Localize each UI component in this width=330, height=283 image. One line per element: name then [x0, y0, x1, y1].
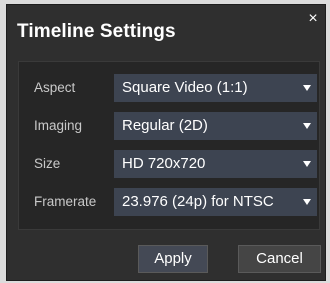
aspect-value: Square Video (1:1): [122, 79, 248, 96]
framerate-select[interactable]: 23.976 (24p) for NTSC: [114, 188, 317, 216]
imaging-value: Regular (2D): [122, 117, 208, 134]
settings-group: Aspect Square Video (1:1) Imaging Regula…: [18, 61, 320, 230]
apply-button[interactable]: Apply: [138, 245, 208, 273]
chevron-down-icon: [303, 161, 311, 167]
size-select[interactable]: HD 720x720: [114, 150, 317, 178]
imaging-select[interactable]: Regular (2D): [114, 112, 317, 140]
framerate-value: 23.976 (24p) for NTSC: [122, 193, 274, 210]
chevron-down-icon: [303, 85, 311, 91]
chevron-down-icon: [303, 199, 311, 205]
dialog-title: Timeline Settings: [17, 21, 176, 42]
size-value: HD 720x720: [122, 155, 206, 172]
close-icon[interactable]: ×: [305, 11, 321, 27]
framerate-label: Framerate: [34, 194, 97, 209]
aspect-label: Aspect: [34, 80, 76, 95]
aspect-select[interactable]: Square Video (1:1): [114, 74, 317, 102]
timeline-settings-dialog: Timeline Settings × Aspect Square Video …: [6, 4, 326, 281]
size-label: Size: [34, 156, 61, 171]
cancel-button[interactable]: Cancel: [238, 245, 321, 273]
imaging-label: Imaging: [34, 118, 83, 133]
chevron-down-icon: [303, 123, 311, 129]
